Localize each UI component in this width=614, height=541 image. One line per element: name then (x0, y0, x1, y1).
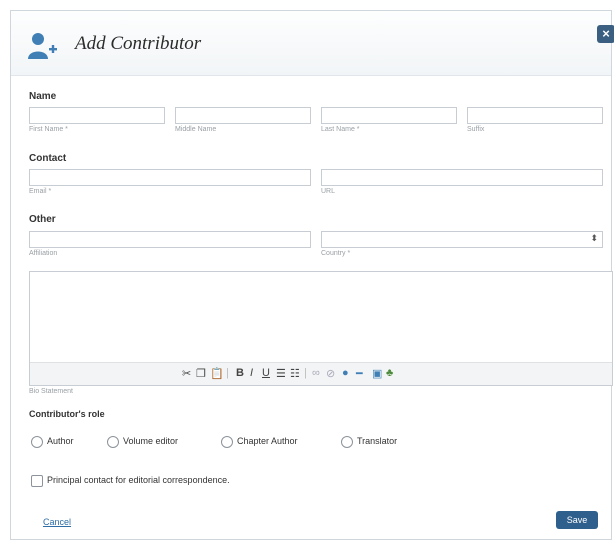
url-hint: URL (321, 188, 336, 195)
role-volume-editor-label: Volume editor (123, 436, 179, 446)
last-name-hint: Last Name * (321, 126, 360, 133)
bio-editor[interactable]: ✂ ❐ 📋 | B I U ☰ ☷ | ∞ ⊘ ● ━ ▣ ♣ (29, 271, 613, 386)
toolbar-divider: | (304, 367, 307, 379)
unlink-icon[interactable]: ⊘ (326, 367, 335, 380)
first-name-field[interactable] (29, 107, 165, 124)
principal-contact-checkbox[interactable] (31, 475, 43, 487)
copy-icon[interactable]: ❐ (196, 367, 206, 380)
role-author-label: Author (47, 436, 74, 446)
other-heading: Other (29, 214, 56, 225)
contact-heading: Contact (29, 153, 67, 164)
role-translator-label: Translator (357, 436, 398, 446)
italic-icon[interactable]: I (250, 367, 253, 379)
cut-icon[interactable]: ✂ (182, 367, 191, 380)
suffix-hint: Suffix (467, 126, 485, 133)
url-field[interactable] (321, 169, 603, 186)
image-icon[interactable]: ▣ (372, 367, 382, 380)
email-field[interactable] (29, 169, 311, 186)
role-chapter-author-radio[interactable] (221, 436, 233, 448)
add-contributor-dialog: Add Contributor × Name First Name * Midd… (10, 10, 614, 540)
name-heading: Name (29, 91, 57, 102)
up-down-arrow-icon: ⬍ (590, 233, 598, 243)
country-hint: Country * (321, 250, 351, 257)
affiliation-field[interactable] (29, 231, 311, 248)
bold-icon[interactable]: B (236, 367, 244, 379)
dialog-title: Add Contributor (75, 33, 202, 54)
add-user-icon (28, 33, 57, 59)
country-select[interactable]: ⬍ (321, 231, 603, 248)
middle-name-hint: Middle Name (175, 126, 217, 133)
first-name-hint: First Name * (29, 126, 68, 133)
email-hint: Email * (29, 188, 52, 195)
last-name-field[interactable] (321, 107, 457, 124)
role-translator-radio[interactable] (341, 436, 353, 448)
role-heading: Contributor's role (29, 409, 105, 419)
middle-name-field[interactable] (175, 107, 311, 124)
upload-icon[interactable]: ♣ (386, 367, 393, 379)
role-volume-editor-radio[interactable] (107, 436, 119, 448)
close-icon[interactable]: × (597, 25, 614, 43)
role-chapter-author-label: Chapter Author (237, 436, 298, 446)
editor-toolbar: ✂ ❐ 📋 | B I U ☰ ☷ | ∞ ⊘ ● ━ ▣ ♣ (30, 362, 612, 385)
globe-icon[interactable]: ● (342, 367, 349, 379)
principal-contact-label: Principal contact for editorial correspo… (47, 475, 230, 485)
underline-icon[interactable]: U (262, 367, 270, 379)
cancel-link[interactable]: Cancel (43, 517, 71, 527)
numbered-list-icon[interactable]: ☷ (290, 367, 300, 380)
horizontal-rule-icon[interactable]: ━ (356, 367, 363, 380)
link-icon[interactable]: ∞ (312, 367, 320, 379)
suffix-field[interactable] (467, 107, 603, 124)
role-author-radio[interactable] (31, 436, 43, 448)
dialog-header: Add Contributor (11, 11, 611, 76)
save-button[interactable]: Save (556, 511, 598, 529)
bullet-list-icon[interactable]: ☰ (276, 367, 286, 380)
bio-hint: Bio Statement (29, 388, 73, 395)
paste-icon[interactable]: 📋 (210, 367, 224, 380)
toolbar-divider: | (226, 367, 229, 379)
affiliation-hint: Affiliation (29, 250, 58, 257)
